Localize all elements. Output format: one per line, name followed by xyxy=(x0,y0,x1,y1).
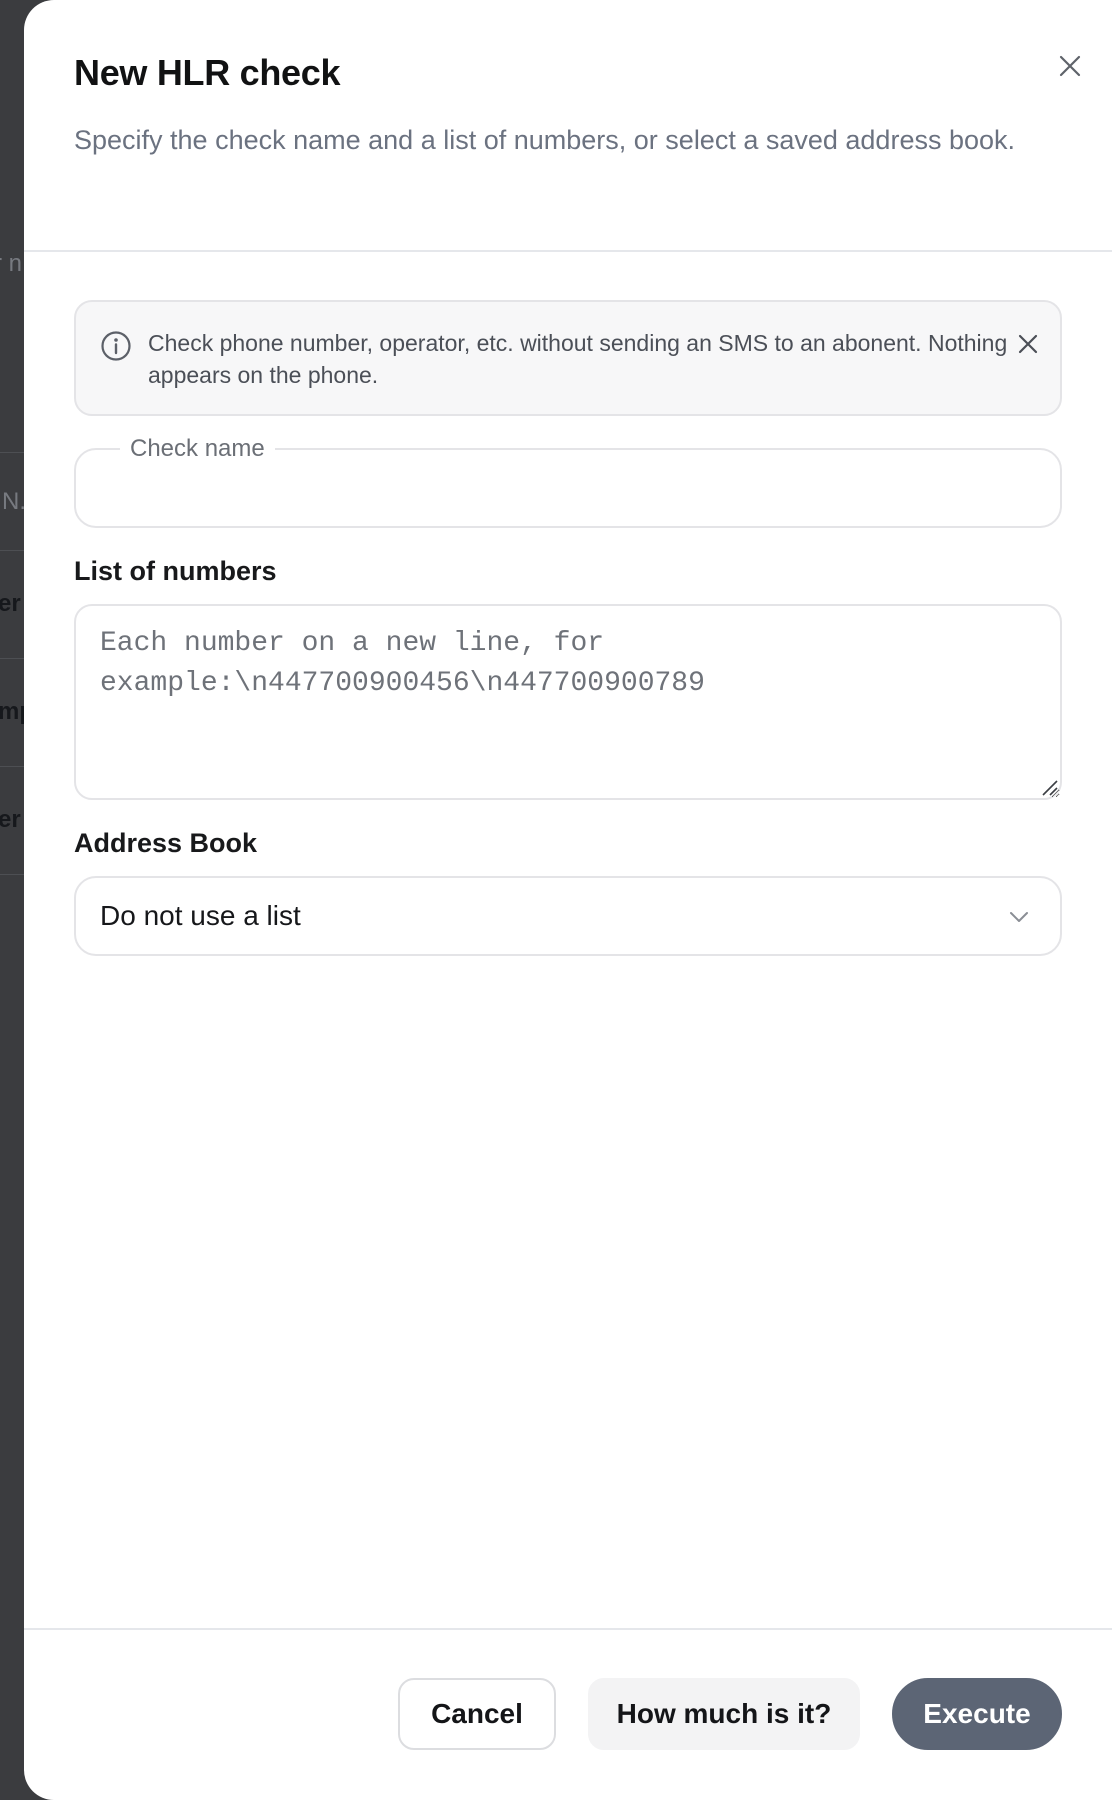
footer-divider xyxy=(24,1628,1112,1630)
info-icon xyxy=(101,331,131,361)
address-book-select[interactable]: Do not use a list xyxy=(74,876,1062,956)
chevron-down-icon xyxy=(1010,912,1028,922)
resize-handle-icon[interactable] xyxy=(1040,778,1058,796)
numbers-textarea[interactable] xyxy=(74,604,1062,800)
alert-message: Check phone number, operator, etc. witho… xyxy=(148,330,1008,388)
check-name-label: Check name xyxy=(120,432,275,466)
dialog-title: New HLR check xyxy=(74,52,341,93)
background-text-fragment: r n xyxy=(0,250,23,277)
dialog-close-button[interactable] xyxy=(1044,40,1096,92)
address-book-label: Address Book xyxy=(74,828,258,858)
alert-dismiss-button[interactable] xyxy=(1010,326,1046,362)
info-alert: Check phone number, operator, etc. witho… xyxy=(74,300,1062,416)
background-text-fragment: N. xyxy=(2,488,26,515)
check-name-input[interactable] xyxy=(100,466,1036,512)
numbers-label: List of numbers xyxy=(74,556,277,586)
how-much-button[interactable]: How much is it? xyxy=(588,1678,860,1750)
background-text-fragment: er xyxy=(0,806,21,833)
address-book-selected-value: Do not use a list xyxy=(100,900,301,931)
execute-button[interactable]: Execute xyxy=(892,1678,1062,1750)
new-hlr-check-dialog: New HLR check Specify the check name and… xyxy=(24,0,1112,1800)
cancel-button[interactable]: Cancel xyxy=(398,1678,556,1750)
close-icon xyxy=(1059,55,1081,77)
close-icon xyxy=(1018,334,1038,354)
header-divider xyxy=(24,250,1112,252)
background-text-fragment: er xyxy=(0,590,21,617)
dialog-subtitle: Specify the check name and a list of num… xyxy=(74,125,1016,155)
